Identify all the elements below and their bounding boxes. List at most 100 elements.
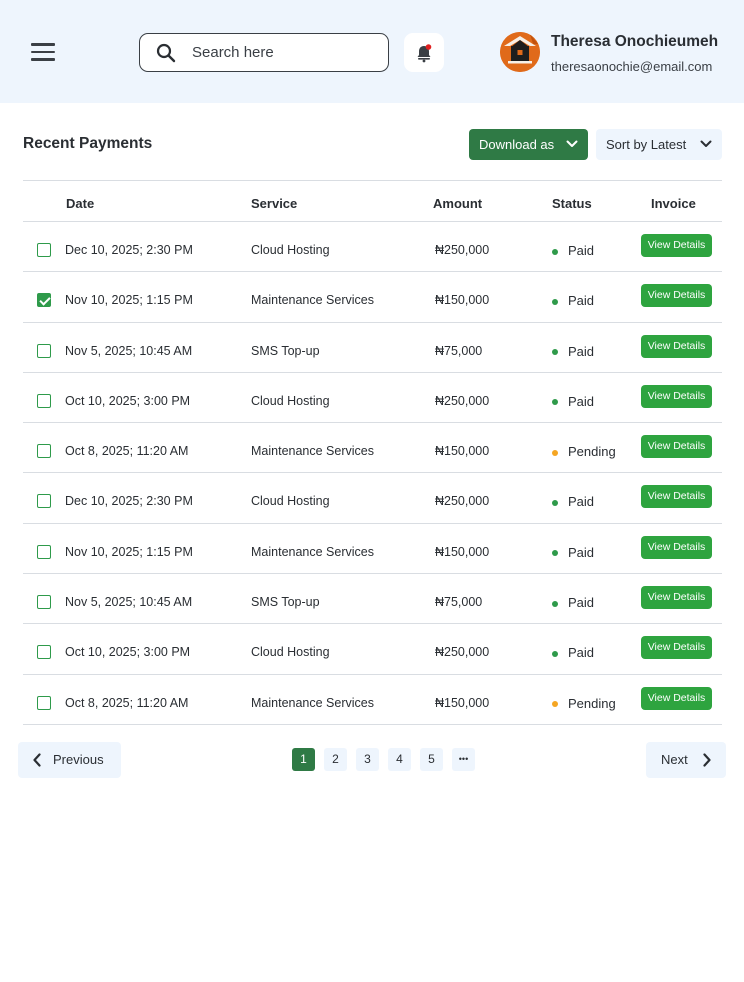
table-row: Nov 10, 2025; 1:15 PM Maintenance Service… [23, 524, 722, 575]
payment-amount: ₦150,000 [435, 695, 490, 710]
search-icon [156, 43, 176, 63]
payment-amount: ₦75,000 [435, 343, 483, 358]
status-label: Paid [568, 595, 595, 611]
view-details-button[interactable]: View Details [641, 535, 712, 559]
avatar[interactable] [500, 32, 540, 72]
row-checkbox[interactable] [37, 393, 51, 408]
status-dot [552, 449, 558, 456]
payment-amount: ₦75,000 [435, 595, 483, 610]
search-bar[interactable] [139, 33, 389, 72]
status-dot [552, 650, 558, 657]
row-checkbox[interactable] [37, 645, 51, 660]
search-input[interactable] [192, 42, 372, 62]
status-label: Paid [568, 243, 595, 258]
row-checkbox[interactable] [37, 494, 51, 509]
house-avatar-icon [500, 32, 540, 72]
view-details-button[interactable]: View Details [641, 686, 712, 710]
row-checkbox[interactable] [37, 293, 51, 308]
page-3-button[interactable]: 3 [356, 748, 379, 771]
payment-service: Cloud Hosting [251, 645, 330, 660]
payment-date: Oct 8, 2025; 11:20 AM [65, 444, 189, 459]
payment-service: Maintenance Services [251, 544, 374, 559]
status-dot [552, 600, 558, 607]
payment-amount: ₦150,000 [435, 444, 490, 459]
table-row: Nov 5, 2025; 10:45 AM SMS Top-up ₦75,000 Pa… [23, 574, 722, 625]
column-header-invoice: Invoice [651, 196, 696, 211]
row-checkbox[interactable] [37, 544, 51, 559]
table-body: Dec 10, 2025; 2:30 PM Cloud Hosting ₦250,0… [23, 222, 722, 725]
row-checkbox[interactable] [37, 695, 51, 710]
page-4-button[interactable]: 4 [388, 748, 411, 771]
chevron-down-icon [700, 140, 712, 147]
table-row: Nov 10, 2025; 1:15 PM Maintenance Service… [23, 272, 722, 323]
notification-dot [425, 43, 432, 50]
more-pages-button[interactable]: ••• [452, 748, 475, 771]
view-details-button[interactable]: View Details [641, 234, 712, 257]
payment-status: Pending [552, 444, 616, 459]
payment-status: Paid [552, 394, 594, 409]
view-details-button[interactable]: View Details [641, 435, 712, 459]
next-label: Next [661, 752, 688, 767]
next-button[interactable]: Next [646, 742, 726, 778]
page-5-button[interactable]: 5 [420, 748, 443, 771]
status-label: Paid [568, 544, 595, 560]
view-details-button[interactable]: View Details [641, 384, 712, 408]
payment-service: Maintenance Services [251, 695, 374, 710]
sort-label: Sort by Latest [606, 137, 687, 152]
row-checkbox[interactable] [37, 243, 51, 257]
view-details-button[interactable]: View Details [641, 284, 712, 308]
view-details-button[interactable]: View Details [641, 485, 712, 509]
table-row: Dec 10, 2025; 2:30 PM Cloud Hosting ₦250,0… [23, 222, 722, 273]
sort-dropdown[interactable]: Sort by Latest [596, 129, 722, 160]
payment-amount: ₦250,000 [435, 645, 490, 660]
bell-icon [417, 43, 432, 62]
previous-label: Previous [53, 752, 104, 767]
column-header-status: Status [552, 196, 592, 211]
payment-date: Nov 10, 2025; 1:15 PM [65, 293, 193, 308]
payment-date: Dec 10, 2025; 2:30 PM [65, 243, 193, 257]
download-as-button[interactable]: Download as [469, 129, 588, 160]
column-header-amount: Amount [433, 196, 483, 211]
row-checkbox[interactable] [37, 343, 51, 358]
table-row: Nov 5, 2025; 10:45 AM SMS Top-up ₦75,000 Pa… [23, 323, 722, 373]
status-dot [552, 701, 558, 708]
top-header: Theresa Onochieumeh theresaonochie@email… [0, 0, 744, 103]
status-dot [552, 298, 558, 305]
payment-service: Maintenance Services [251, 293, 374, 308]
hamburger-icon[interactable] [31, 43, 55, 61]
page-2-button[interactable]: 2 [324, 748, 347, 771]
download-label: Download as [479, 137, 555, 152]
chevron-left-icon [33, 753, 41, 767]
payment-date: Oct 8, 2025; 11:20 AM [65, 695, 189, 710]
chevron-down-icon [566, 140, 578, 147]
payment-service: Maintenance Services [251, 444, 374, 459]
status-label: Paid [568, 645, 595, 661]
view-details-button[interactable]: View Details [641, 334, 712, 358]
user-email: theresaonochie@email.com [551, 59, 713, 74]
table-row: Oct 8, 2025; 11:20 AM Maintenance Service… [23, 675, 722, 725]
status-dot [552, 499, 558, 506]
page-title: Recent Payments [23, 135, 153, 152]
user-name: Theresa Onochieumeh [551, 33, 719, 50]
table-row: Dec 10, 2025; 2:30 PM Cloud Hosting ₦250,0… [23, 473, 722, 524]
table-row: Oct 10, 2025; 3:00 PM Cloud Hosting ₦250,0… [23, 373, 722, 424]
payment-date: Oct 10, 2025; 3:00 PM [65, 393, 191, 408]
payment-date: Nov 5, 2025; 10:45 AM [65, 595, 193, 610]
payments-table: Date Service Amount Status Invoice Dec 1… [23, 180, 722, 725]
view-details-button[interactable]: View Details [641, 636, 712, 660]
payment-date: Oct 10, 2025; 3:00 PM [65, 645, 191, 660]
previous-button[interactable]: Previous [18, 742, 121, 778]
status-dot [552, 248, 558, 255]
payment-status: Paid [552, 494, 594, 509]
page-1-button[interactable]: 1 [292, 748, 315, 771]
status-label: Paid [568, 293, 595, 309]
table-row: Oct 8, 2025; 11:20 AM Maintenance Service… [23, 423, 722, 474]
payment-date: Nov 10, 2025; 1:15 PM [65, 544, 193, 559]
row-checkbox[interactable] [37, 444, 51, 459]
payment-status: Pending [552, 696, 616, 711]
notification-button[interactable] [404, 33, 444, 72]
payment-service: SMS Top-up [251, 595, 320, 610]
payment-status: Paid [552, 344, 594, 359]
view-details-button[interactable]: View Details [641, 586, 712, 610]
row-checkbox[interactable] [37, 595, 51, 610]
